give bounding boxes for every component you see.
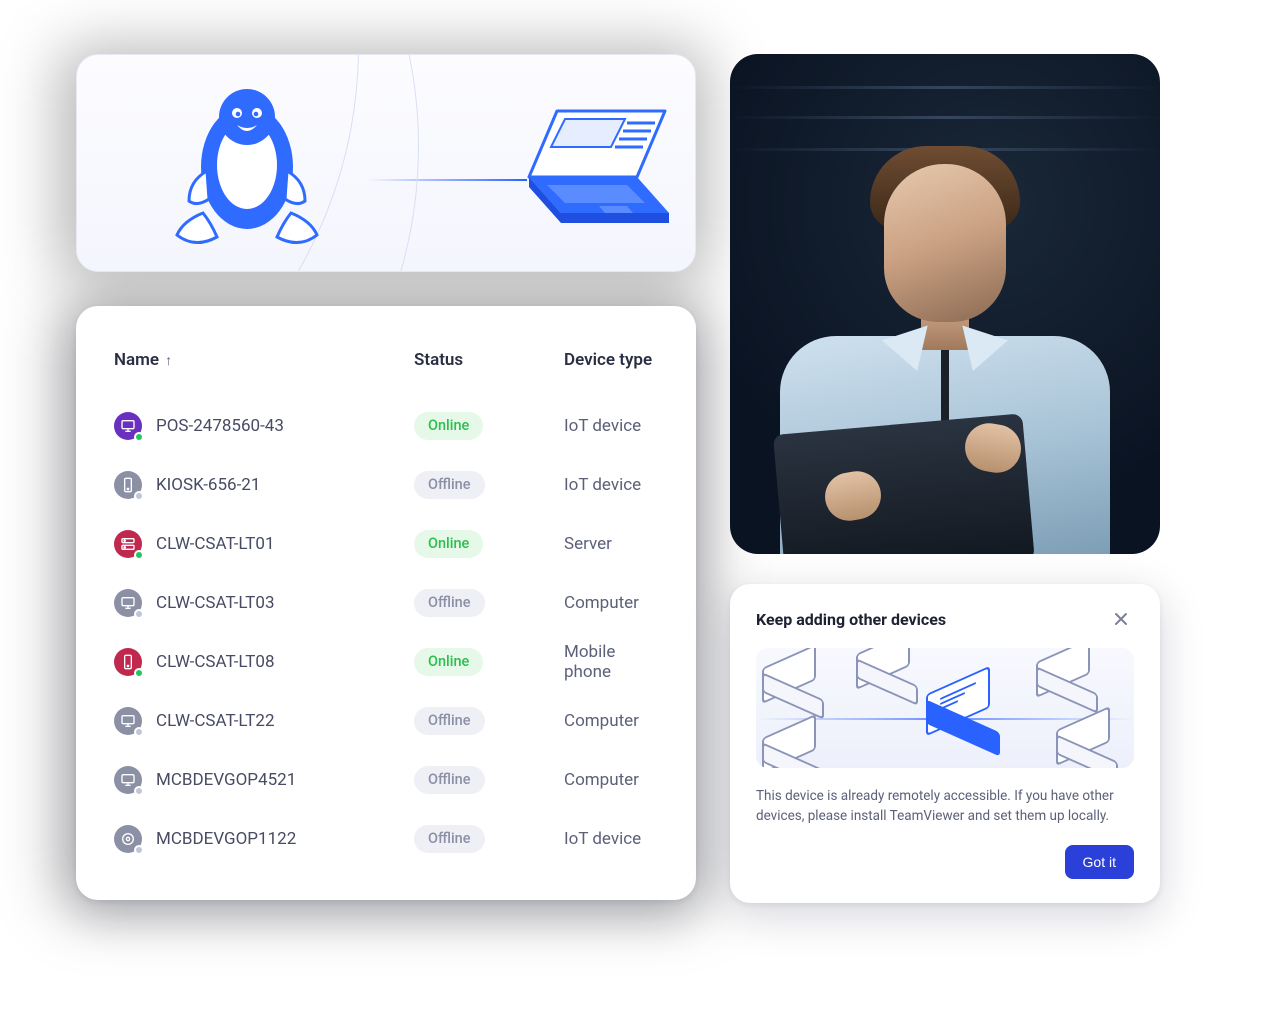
device-type: IoT device <box>564 475 658 495</box>
person-holding-laptop-image <box>765 122 1125 554</box>
status-pill: Offline <box>414 589 485 617</box>
device-type: Computer <box>564 711 658 731</box>
close-icon[interactable] <box>1108 606 1134 632</box>
column-header-name[interactable]: Name ↑ <box>114 350 414 370</box>
status-badge-dot <box>134 727 144 737</box>
device-status-cell: Online <box>414 412 564 440</box>
status-pill: Online <box>414 412 483 440</box>
status-pill: Online <box>414 530 483 558</box>
device-status-cell: Offline <box>414 471 564 499</box>
status-badge-dot <box>134 668 144 678</box>
device-icon-wrap <box>114 766 142 794</box>
status-badge-dot <box>134 432 144 442</box>
column-header-status[interactable]: Status <box>414 350 564 370</box>
status-pill: Offline <box>414 766 485 794</box>
got-it-button[interactable]: Got it <box>1065 845 1134 879</box>
device-icon-wrap <box>114 589 142 617</box>
device-type: Computer <box>564 770 658 790</box>
status-pill: Online <box>414 648 483 676</box>
device-name: MCBDEVGOP1122 <box>156 829 414 849</box>
device-status-cell: Offline <box>414 589 564 617</box>
device-status-cell: Online <box>414 648 564 676</box>
status-pill: Offline <box>414 707 485 735</box>
dialog-title: Keep adding other devices <box>756 610 946 629</box>
device-name: CLW-CSAT-LT03 <box>156 593 414 613</box>
devices-table-card: Name ↑ Status Device type POS-2478560-43… <box>76 306 696 900</box>
device-type: IoT device <box>564 829 658 849</box>
column-header-type[interactable]: Device type <box>564 350 658 370</box>
linux-penguin-icon <box>167 75 327 255</box>
device-name: POS-2478560-43 <box>156 416 414 436</box>
device-icon-wrap <box>114 471 142 499</box>
table-row[interactable]: CLW-CSAT-LT22Offline Computer <box>114 691 658 750</box>
device-name: MCBDEVGOP4521 <box>156 770 414 790</box>
status-badge-dot <box>134 786 144 796</box>
dialog-body-text: This device is already remotely accessib… <box>756 786 1134 827</box>
status-badge-dot <box>134 845 144 855</box>
device-type: Computer <box>564 593 658 613</box>
device-type: Mobile phone <box>564 642 658 682</box>
status-pill: Offline <box>414 471 485 499</box>
device-type: IoT device <box>564 416 658 436</box>
sort-ascending-icon: ↑ <box>165 352 172 369</box>
table-row[interactable]: CLW-CSAT-LT01Online Server <box>114 514 658 573</box>
status-badge-dot <box>134 609 144 619</box>
device-icon-wrap <box>114 412 142 440</box>
column-header-name-label: Name <box>114 350 159 370</box>
device-name: CLW-CSAT-LT08 <box>156 652 414 672</box>
device-name: CLW-CSAT-LT22 <box>156 711 414 731</box>
device-type: Server <box>564 534 658 554</box>
table-row[interactable]: KIOSK-656-21Offline IoT device <box>114 455 658 514</box>
laptop-hero-icon <box>507 103 682 248</box>
table-row[interactable]: CLW-CSAT-LT03Offline Computer <box>114 573 658 632</box>
status-badge-dot <box>134 550 144 560</box>
device-icon-wrap <box>114 530 142 558</box>
column-header-type-label: Device type <box>564 350 652 370</box>
table-row[interactable]: MCBDEVGOP4521Offline Computer <box>114 750 658 809</box>
table-row[interactable]: POS-2478560-43Online IoT device <box>114 396 658 455</box>
device-status-cell: Online <box>414 530 564 558</box>
device-icon-wrap <box>114 825 142 853</box>
device-icon-wrap <box>114 648 142 676</box>
connector-line <box>367 179 527 181</box>
table-row[interactable]: MCBDEVGOP1122Offline IoT device <box>114 809 658 868</box>
device-name: KIOSK-656-21 <box>156 475 414 495</box>
device-status-cell: Offline <box>414 825 564 853</box>
table-row[interactable]: CLW-CSAT-LT08Online Mobile phone <box>114 632 658 691</box>
device-icon-wrap <box>114 707 142 735</box>
device-status-cell: Offline <box>414 707 564 735</box>
dialog-illustration <box>756 648 1134 768</box>
table-header-row: Name ↑ Status Device type <box>114 350 658 370</box>
person-photo-card <box>730 54 1160 554</box>
hero-banner <box>76 54 696 272</box>
status-badge-dot <box>134 491 144 501</box>
device-status-cell: Offline <box>414 766 564 794</box>
device-name: CLW-CSAT-LT01 <box>156 534 414 554</box>
status-pill: Offline <box>414 825 485 853</box>
column-header-status-label: Status <box>414 350 463 370</box>
keep-adding-devices-dialog: Keep adding other devices This device is… <box>730 584 1160 903</box>
